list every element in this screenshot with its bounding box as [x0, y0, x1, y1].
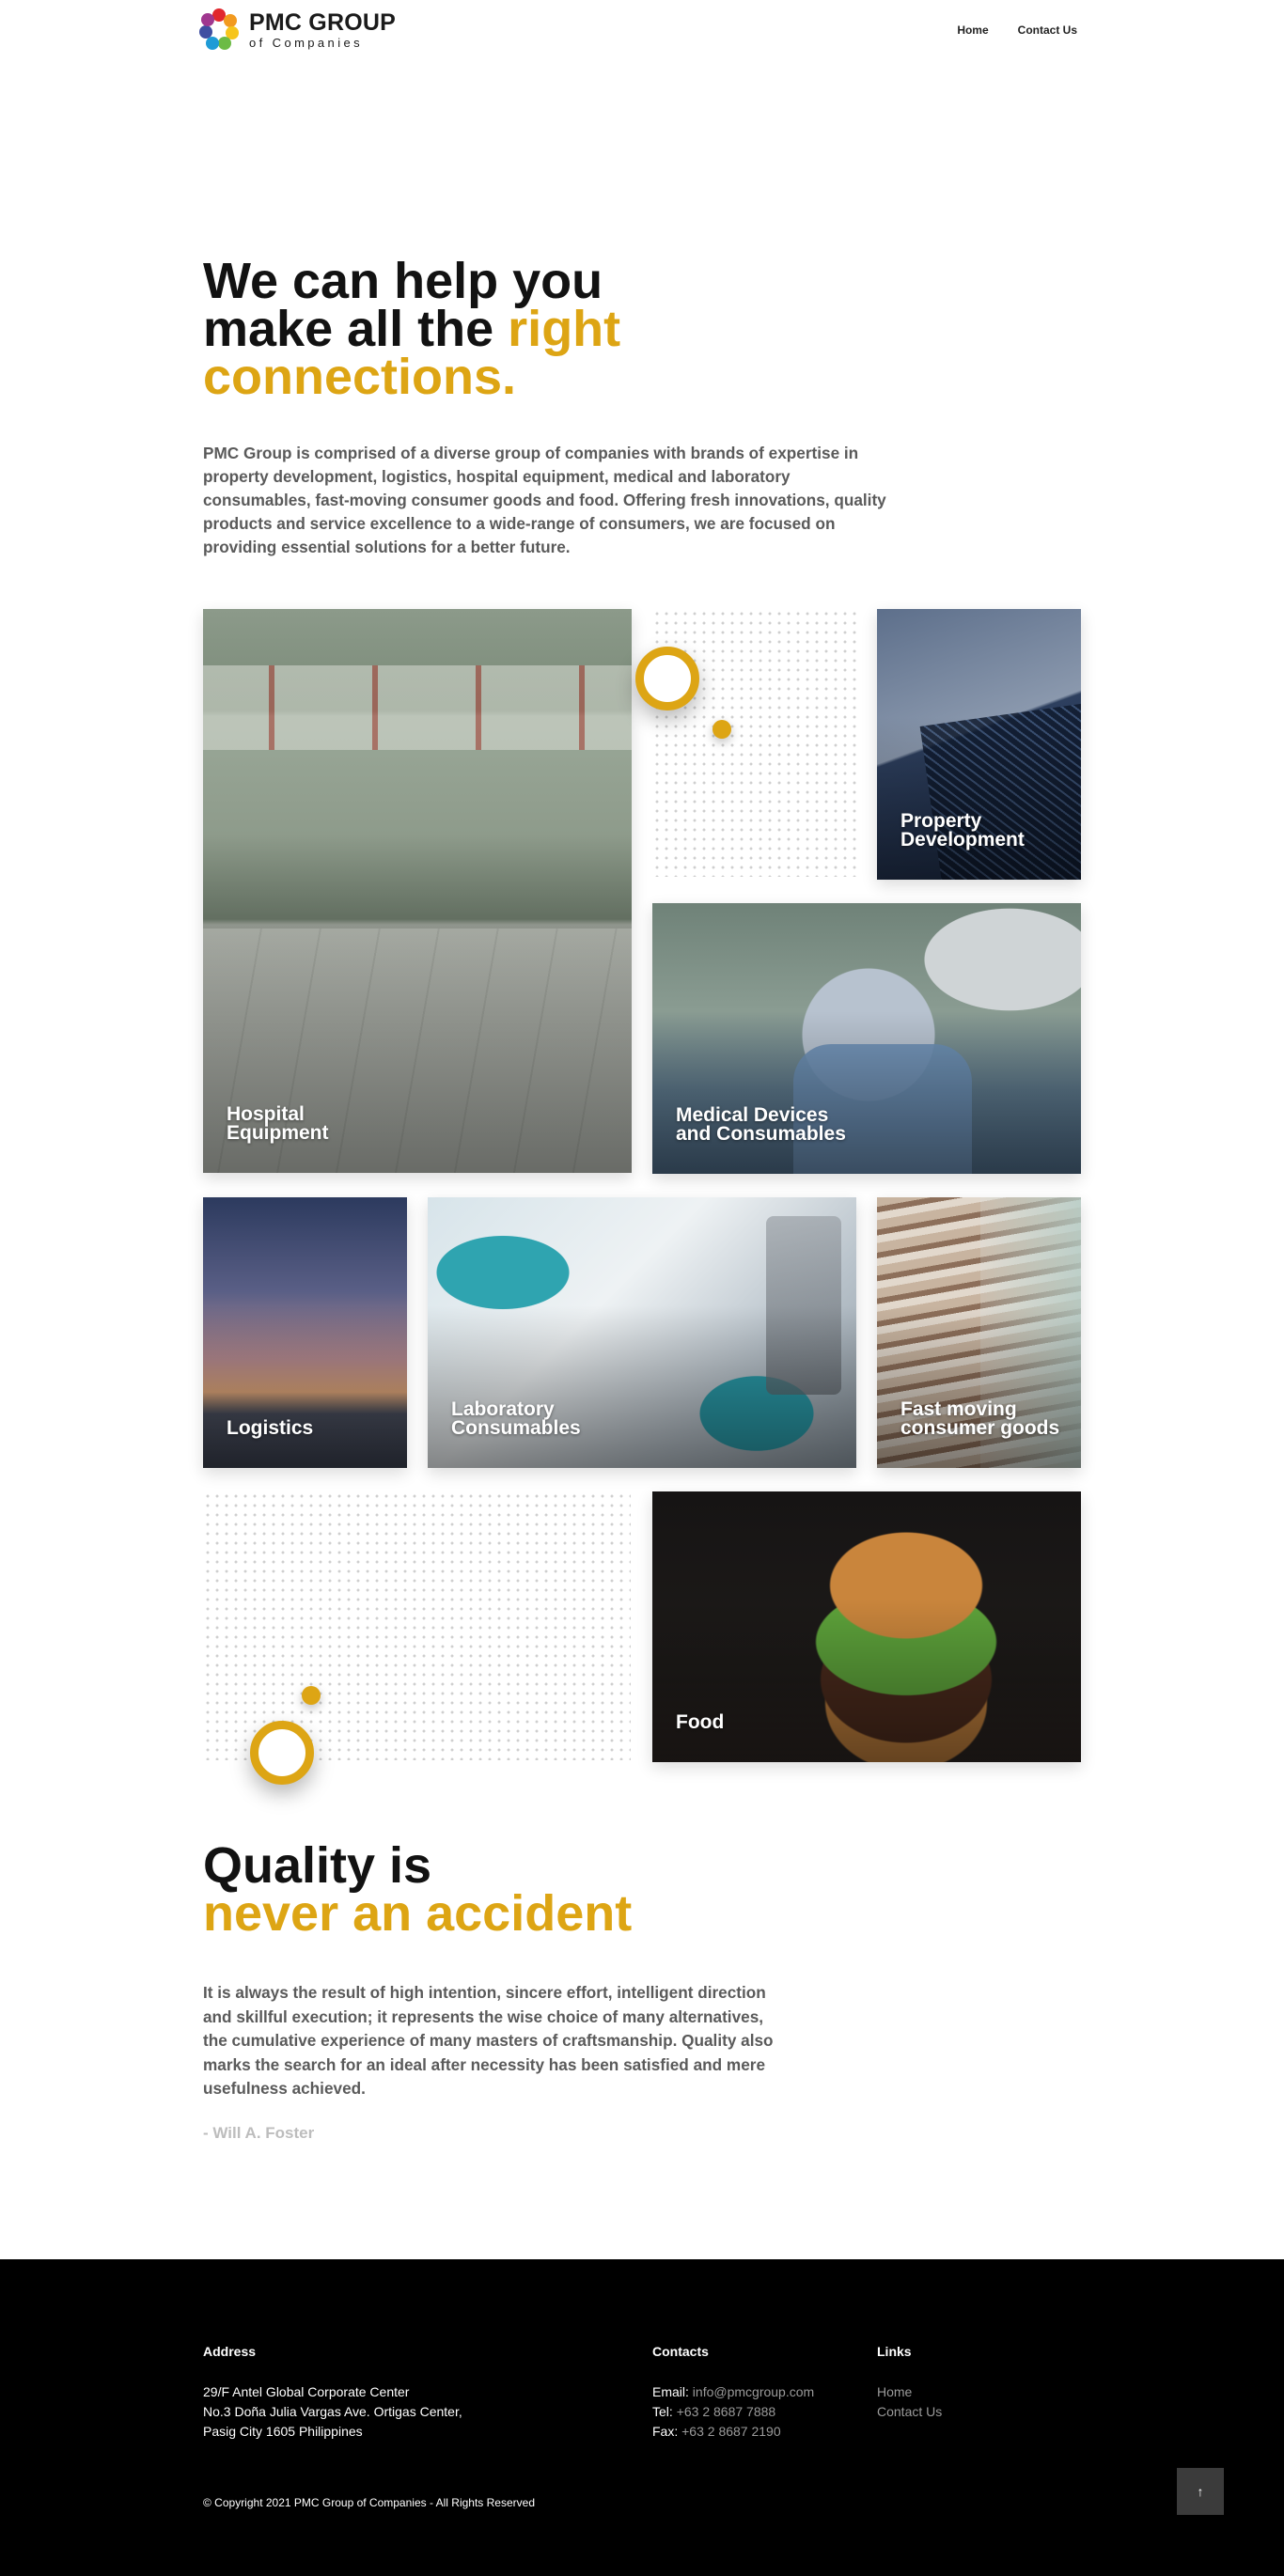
footer-address: Address 29/F Antel Global Corporate Cent…: [203, 2344, 462, 2442]
gold-ring-bottom: [250, 1721, 314, 1785]
nav-home-link[interactable]: Home: [957, 23, 988, 37]
footer-contacts: Contacts Email: info@pmcgroup.com Tel: +…: [652, 2344, 814, 2442]
footer-address-heading: Address: [203, 2344, 257, 2359]
quote-title-accent: never an accident: [203, 1885, 633, 1942]
logo-mark-icon: [193, 4, 245, 56]
hero-title: We can help you make all the right conne…: [203, 256, 767, 402]
footer-link-contact[interactable]: Contact Us: [877, 2402, 942, 2422]
footer-email-row: Email: info@pmcgroup.com: [652, 2384, 815, 2399]
hero-description: PMC Group is comprised of a diverse grou…: [203, 444, 886, 556]
gold-dot-top: [712, 720, 731, 739]
arrow-up-icon: ↑: [1197, 2484, 1204, 2499]
tile-food-label: Food: [676, 1711, 725, 1733]
tile-food[interactable]: Food: [652, 1491, 1081, 1762]
gold-dot-bottom: [302, 1686, 321, 1705]
tile-laboratory-consumables[interactable]: Laboratory Consumables: [428, 1197, 856, 1468]
tile-medical-devices[interactable]: Medical Devices and Consumables: [652, 903, 1081, 1174]
footer-tel-row: Tel: +63 2 8687 7888: [652, 2404, 776, 2419]
dots-pattern-bottom: [203, 1491, 631, 1760]
tile-property-label: Property Development: [900, 810, 1025, 851]
logo[interactable]: PMC GROUP of Companies: [193, 4, 396, 56]
site-footer: Address 29/F Antel Global Corporate Cent…: [0, 2259, 1284, 2576]
main-nav: Home Contact Us: [957, 23, 1077, 37]
logo-title: PMC GROUP: [249, 9, 396, 36]
footer-links-heading: Links: [877, 2344, 912, 2359]
footer-address-line1: 29/F Antel Global Corporate Center: [203, 2384, 410, 2399]
footer-link-home[interactable]: Home: [877, 2382, 942, 2402]
tile-property-development[interactable]: Property Development: [877, 609, 1081, 880]
quote-title: Quality is never an accident: [203, 1840, 632, 1939]
quote-author: - Will A. Foster: [203, 2124, 315, 2142]
tile-hospital-label: Hospital Equipment: [227, 1103, 329, 1144]
footer-copyright: © Copyright 2021 PMC Group of Companies …: [203, 2496, 535, 2509]
gold-ring-top: [635, 647, 699, 710]
hero-title-accent-connections: connections.: [203, 349, 517, 405]
hero-title-accent-right: right: [508, 301, 621, 357]
tile-medical-label: Medical Devices and Consumables: [676, 1104, 846, 1145]
logo-subtitle: of Companies: [249, 36, 364, 50]
footer-fax-value: +63 2 8687 2190: [681, 2424, 781, 2439]
tile-logistics[interactable]: Logistics: [203, 1197, 407, 1468]
quote-text: It is always the result of high intentio…: [203, 1983, 774, 2098]
footer-fax-row: Fax: +63 2 8687 2190: [652, 2424, 781, 2439]
dots-pattern-top: [652, 609, 859, 877]
footer-contacts-heading: Contacts: [652, 2344, 709, 2359]
tile-logistics-label: Logistics: [227, 1417, 314, 1439]
tile-fast-moving-consumer-goods[interactable]: Fast moving consumer goods: [877, 1197, 1081, 1468]
nav-contact-link[interactable]: Contact Us: [1018, 23, 1077, 37]
footer-email-link[interactable]: info@pmcgroup.com: [693, 2384, 814, 2399]
back-to-top-button[interactable]: ↑: [1177, 2468, 1224, 2515]
footer-links: Links Home Contact Us: [877, 2344, 942, 2422]
tile-hospital-equipment[interactable]: Hospital Equipment: [203, 609, 632, 1173]
site-header: PMC GROUP of Companies Home Contact Us: [0, 0, 1284, 60]
tile-laboratory-label: Laboratory Consumables: [451, 1398, 581, 1439]
footer-tel-link[interactable]: +63 2 8687 7888: [677, 2404, 776, 2419]
footer-address-line2: No.3 Doña Julia Vargas Ave. Ortigas Cent…: [203, 2404, 462, 2419]
tile-fmcg-label: Fast moving consumer goods: [900, 1398, 1060, 1439]
footer-address-line3: Pasig City 1605 Philippines: [203, 2424, 363, 2439]
